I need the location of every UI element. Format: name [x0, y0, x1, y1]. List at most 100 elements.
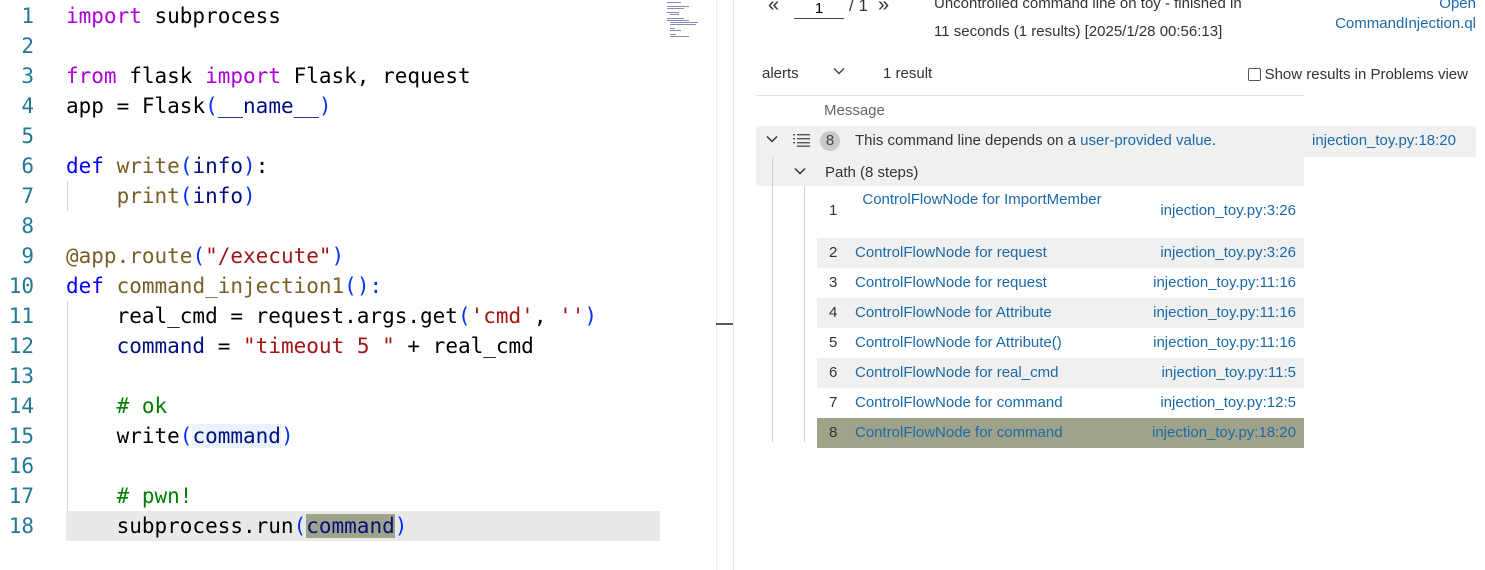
minimap-line [667, 18, 684, 19]
code-line[interactable]: 12 command = "timeout 5 " + real_cmd [0, 331, 660, 361]
path-step-row[interactable]: 7 ControlFlowNode for command injection_to… [817, 388, 1304, 418]
path-step-row[interactable]: 2 ControlFlowNode for request injection_to… [817, 238, 1304, 268]
code-line[interactable]: 5 [0, 121, 660, 151]
minimap-line [670, 24, 696, 25]
code-token: Flask, request [280, 64, 471, 88]
step-node-link[interactable]: ControlFlowNode for Attribute [855, 304, 1052, 321]
code-line[interactable]: 14 # ok [0, 391, 660, 421]
alert-location-link[interactable]: injection_toy.py:18:20 [1312, 132, 1456, 149]
code-token: write [66, 424, 180, 448]
code-token: import [66, 4, 142, 28]
code-line[interactable]: 11 real_cmd = request.args.get('cmd', ''… [0, 301, 660, 331]
step-number: 6 [829, 364, 838, 381]
code-line[interactable]: 4 app = Flask(__name__) [0, 91, 660, 121]
code-text[interactable]: app = Flask(__name__) [66, 91, 332, 121]
chevron-down-icon[interactable] [793, 164, 807, 183]
line-number: 1 [21, 4, 34, 28]
path-step-row[interactable]: 3 ControlFlowNode for request injection_to… [817, 268, 1304, 298]
code-line[interactable]: 13 [0, 361, 660, 391]
code-line[interactable]: 1 import subprocess [0, 1, 660, 31]
code-token: command [192, 424, 281, 448]
code-text[interactable]: print(info) [66, 181, 256, 211]
code-token: (): [344, 274, 383, 298]
code-line[interactable]: 8 [0, 211, 660, 241]
code-line[interactable]: 2 [0, 31, 660, 61]
open-query-link[interactable]: Open CommandInjection.ql [1294, 0, 1476, 34]
step-node-link[interactable]: ControlFlowNode for Attribute() [855, 334, 1062, 351]
step-location-link[interactable]: injection_toy.py:11:16 [1153, 334, 1296, 351]
code-line[interactable]: 6 def write(info): [0, 151, 660, 181]
step-location-link[interactable]: injection_toy.py:18:20 [1152, 424, 1296, 441]
path-step-row[interactable]: 1 ControlFlowNode for ImportMember injecti… [817, 186, 1304, 238]
path-step-row[interactable]: 5 ControlFlowNode for Attribute() injectio… [817, 328, 1304, 358]
code-line[interactable]: 16 [0, 451, 660, 481]
step-node-link[interactable]: ControlFlowNode for command [855, 394, 1063, 411]
chevron-down-icon[interactable] [764, 131, 780, 151]
code-token: ( [179, 424, 193, 448]
code-text[interactable]: write(command) [66, 421, 294, 451]
list-icon[interactable] [793, 132, 810, 152]
code-text[interactable]: def write(info): [66, 151, 268, 181]
code-line[interactable]: 3 from flask import Flask, request [0, 61, 660, 91]
step-location-link[interactable]: injection_toy.py:12:5 [1160, 394, 1296, 411]
minimap[interactable] [667, 2, 715, 40]
alert-row[interactable]: 8 This command line depends on a user-pr… [756, 126, 1476, 157]
step-location-link[interactable]: injection_toy.py:3:26 [1160, 202, 1296, 219]
code-text[interactable]: # pwn! [66, 481, 193, 511]
code-text[interactable]: real_cmd = request.args.get('cmd', '') [66, 301, 598, 331]
path-step-row[interactable]: 8 ControlFlowNode for command injection_to… [817, 418, 1304, 448]
line-number: 4 [21, 94, 34, 118]
code-line[interactable]: 18 subprocess.run(command) [9, 511, 660, 541]
query-status-line: Uncontrolled command line on toy - finis… [934, 0, 1242, 12]
code-text[interactable]: subprocess.run(command) [66, 511, 407, 541]
result-set-select[interactable]: alerts [762, 65, 799, 82]
code-text[interactable]: @app.route("/execute") [66, 241, 344, 271]
line-number: 12 [8, 334, 34, 358]
code-text[interactable]: # ok [66, 391, 168, 421]
step-location-link[interactable]: injection_toy.py:11:16 [1153, 274, 1296, 291]
step-node-link[interactable]: ControlFlowNode for ImportMember [857, 190, 1107, 209]
code-text[interactable]: import subprocess [66, 1, 281, 31]
step-node-link[interactable]: ControlFlowNode for request [855, 244, 1047, 261]
results-table: Message [756, 95, 1304, 127]
prev-page-button[interactable]: « [768, 0, 779, 16]
path-step-row[interactable]: 6 ControlFlowNode for real_cmd injection_t… [817, 358, 1304, 388]
problems-view-checkbox[interactable] [1247, 68, 1261, 81]
code-line[interactable]: 10 def command_injection1(): [0, 271, 660, 301]
step-number: 1 [829, 202, 838, 219]
next-page-button[interactable]: » [878, 0, 889, 17]
code-line[interactable]: 17 # pwn! [0, 481, 660, 511]
code-token: app [66, 94, 104, 118]
code-editor[interactable]: 1 import subprocess 2 3 from flask import Fl… [0, 0, 660, 570]
problems-view-toggle[interactable]: Show results in Problems view [1247, 66, 1468, 83]
step-location-link[interactable]: injection_toy.py:11:5 [1161, 364, 1296, 381]
code-line[interactable]: 9 @app.route("/execute") [0, 241, 660, 271]
step-node-link[interactable]: ControlFlowNode for real_cmd [855, 364, 1058, 381]
step-location-link[interactable]: injection_toy.py:3:26 [1160, 244, 1296, 261]
page-number-input[interactable] [794, 0, 844, 19]
problems-view-label: Show results in Problems view [1264, 66, 1468, 83]
step-node-link[interactable]: ControlFlowNode for request [855, 274, 1047, 291]
minimap-line [670, 36, 689, 37]
chevron-down-icon[interactable] [832, 64, 846, 82]
code-text[interactable]: def command_injection1(): [66, 271, 382, 301]
code-line[interactable]: 7 print(info) [0, 181, 660, 211]
step-location-link[interactable]: injection_toy.py:11:16 [1153, 304, 1296, 321]
path-step-row[interactable]: 4 ControlFlowNode for Attribute injection_… [817, 298, 1304, 328]
code-text[interactable]: from flask import Flask, request [66, 61, 471, 91]
minimap-line [670, 22, 698, 23]
code-token: "timeout 5 " [243, 334, 395, 358]
open-query-file: CommandInjection.ql [1335, 15, 1476, 32]
alert-message: This command line depends on a user-prov… [855, 132, 1216, 149]
alert-message-end: . [1211, 132, 1217, 149]
code-text[interactable]: command = "timeout 5 " + real_cmd [66, 331, 534, 361]
code-token: subprocess.run [66, 514, 294, 538]
path-row[interactable]: Path (8 steps) [756, 157, 1304, 186]
step-node-link[interactable]: ControlFlowNode for command [855, 424, 1063, 441]
code-token: '' [559, 304, 585, 328]
code-line[interactable]: 15 write(command) [0, 421, 660, 451]
editor-scrollbar[interactable] [716, 0, 733, 570]
user-provided-value-link[interactable]: user-provided value [1080, 132, 1212, 149]
